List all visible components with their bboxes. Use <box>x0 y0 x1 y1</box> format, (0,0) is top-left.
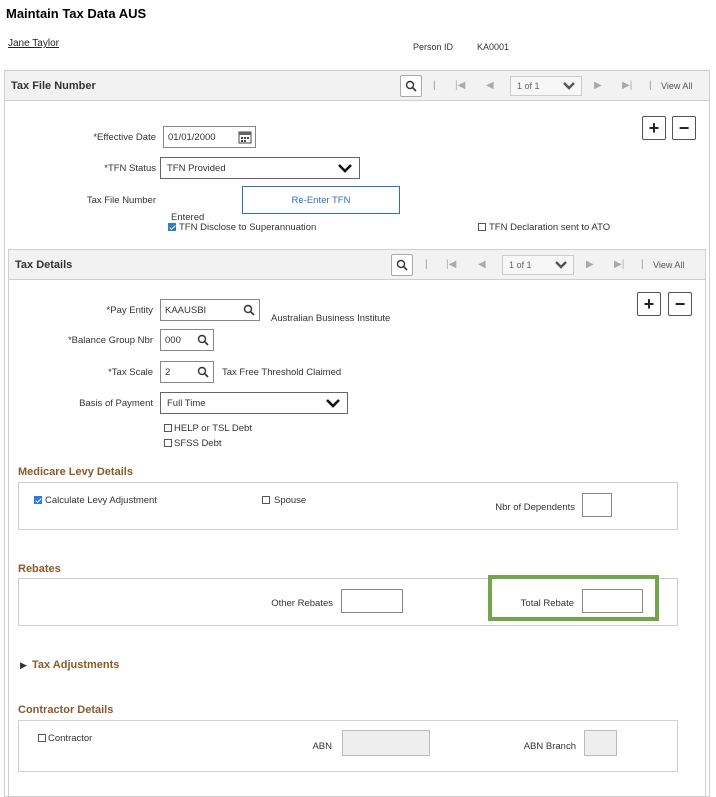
tfn-declaration-checkbox[interactable] <box>478 223 486 231</box>
tax-scale-label: *Tax Scale <box>108 367 153 378</box>
reenter-tfn-button[interactable]: Re-Enter TFN <box>242 186 400 214</box>
prev-page-icon[interactable]: ◀ <box>486 80 494 91</box>
contractor-label: Contractor <box>48 733 93 744</box>
tfn-disclose-checkbox[interactable] <box>168 223 176 231</box>
pay-entity-description: Australian Business Institute <box>271 313 391 324</box>
other-rebates-input[interactable] <box>341 589 403 613</box>
person-id-label: Person ID <box>413 42 454 52</box>
help-debt-label: HELP or TSL Debt <box>174 423 252 434</box>
sfss-debt-label: SFSS Debt <box>174 438 222 449</box>
other-rebates-label: Other Rebates <box>271 598 333 609</box>
abn-label: ABN <box>312 741 332 752</box>
chevron-down-icon <box>563 82 575 90</box>
tax-file-number-label: Tax File Number <box>86 195 156 206</box>
next-page-icon[interactable]: ▶ <box>586 259 594 270</box>
basis-of-payment-value: Full Time <box>167 397 206 409</box>
separator-icon: | <box>425 259 428 270</box>
chevron-down-icon <box>326 399 340 408</box>
tfn-status-value: TFN Provided <box>167 162 226 174</box>
chevron-down-icon <box>555 261 567 269</box>
first-page-icon[interactable]: |◀ <box>446 259 456 270</box>
expand-triangle-icon[interactable]: ▶ <box>20 660 27 671</box>
tax-adjustments-title[interactable]: Tax Adjustments <box>32 659 119 671</box>
calculate-levy-label: Calculate Levy Adjustment <box>45 495 157 506</box>
first-page-icon[interactable]: |◀ <box>455 80 465 91</box>
help-debt-checkbox[interactable] <box>164 424 172 432</box>
view-all-link[interactable]: View All <box>661 81 692 91</box>
delete-row-button[interactable]: − <box>672 116 696 140</box>
prev-page-icon[interactable]: ◀ <box>478 259 486 270</box>
dependents-label: Nbr of Dependents <box>495 502 575 513</box>
tfn-section-title: Tax File Number <box>11 80 96 92</box>
last-page-icon[interactable]: ▶| <box>622 80 632 91</box>
pay-entity-label: *Pay Entity <box>106 305 153 316</box>
delete-row-button[interactable]: − <box>668 292 692 316</box>
spouse-label: Spouse <box>274 495 307 506</box>
last-page-icon[interactable]: ▶| <box>614 259 624 270</box>
search-icon <box>405 80 417 92</box>
balance-group-label: *Balance Group Nbr <box>67 335 153 346</box>
add-row-button[interactable]: + <box>642 116 666 140</box>
person-id-value: KA0001 <box>477 42 510 52</box>
contractor-checkbox[interactable] <box>38 734 46 742</box>
contractor-group-title: Contractor Details <box>18 704 114 716</box>
medicare-group-title: Medicare Levy Details <box>18 466 133 478</box>
pager-value: 1 of 1 <box>517 81 540 91</box>
search-icon <box>396 259 408 271</box>
add-row-button[interactable]: + <box>637 292 661 316</box>
tfn-status-select[interactable]: TFN Provided <box>160 157 360 179</box>
abn-branch-label: ABN Branch <box>523 741 576 752</box>
tax-scale-input[interactable]: 2 <box>160 361 214 383</box>
lookup-icon[interactable] <box>243 304 255 316</box>
view-all-link[interactable]: View All <box>653 260 684 270</box>
separator-icon: | <box>641 259 644 270</box>
tax-scale-value: 2 <box>165 366 171 378</box>
tfn-disclose-label: TFN Disclose to Superannuation <box>179 222 317 233</box>
chevron-down-icon <box>338 164 352 173</box>
calendar-icon[interactable] <box>238 130 252 144</box>
rebates-group-title: Rebates <box>18 563 61 575</box>
pager-value: 1 of 1 <box>509 260 532 270</box>
effective-date-input[interactable]: 01/01/2000 <box>163 126 256 148</box>
total-rebate-input[interactable] <box>582 589 643 613</box>
abn-branch-input[interactable] <box>584 730 617 756</box>
separator-icon: | <box>649 80 652 91</box>
tax-details-title: Tax Details <box>15 259 73 271</box>
balance-group-value: 000 <box>165 334 181 346</box>
tfn-status-label: *TFN Status <box>104 163 156 174</box>
lookup-icon[interactable] <box>197 366 209 378</box>
pay-entity-input[interactable]: KAAUSBI <box>160 299 260 321</box>
next-page-icon[interactable]: ▶ <box>594 80 602 91</box>
tax-scale-description: Tax Free Threshold Claimed <box>222 367 342 378</box>
dependents-input[interactable] <box>582 493 612 517</box>
effective-date-value: 01/01/2000 <box>168 131 216 143</box>
calculate-levy-checkbox[interactable] <box>34 496 42 504</box>
medicare-group-box <box>18 482 678 530</box>
page-title: Maintain Tax Data AUS <box>6 6 147 21</box>
separator-icon: | <box>433 80 436 91</box>
person-name: Jane Taylor <box>8 38 59 49</box>
lookup-icon[interactable] <box>197 334 209 346</box>
basis-of-payment-select[interactable]: Full Time <box>160 392 348 414</box>
tfn-declaration-label: TFN Declaration sent to ATO <box>489 222 611 233</box>
tfn-section-header: Tax File Number | |◀ ◀ 1 of 1 ▶ ▶| | Vie… <box>4 70 710 101</box>
abn-input[interactable] <box>342 730 430 756</box>
effective-date-label: *Effective Date <box>93 132 156 143</box>
spouse-checkbox[interactable] <box>262 496 270 504</box>
pay-entity-value: KAAUSBI <box>165 304 207 316</box>
pager-select[interactable]: 1 of 1 <box>510 76 582 96</box>
tax-details-header: Tax Details | |◀ ◀ 1 of 1 ▶ ▶| | View Al… <box>8 249 706 280</box>
find-button[interactable] <box>400 75 422 97</box>
total-rebate-label: Total Rebate <box>520 598 574 609</box>
pager-select[interactable]: 1 of 1 <box>502 255 574 275</box>
basis-of-payment-label: Basis of Payment <box>79 398 153 409</box>
balance-group-input[interactable]: 000 <box>160 329 214 351</box>
find-button[interactable] <box>391 254 413 276</box>
sfss-debt-checkbox[interactable] <box>164 439 172 447</box>
